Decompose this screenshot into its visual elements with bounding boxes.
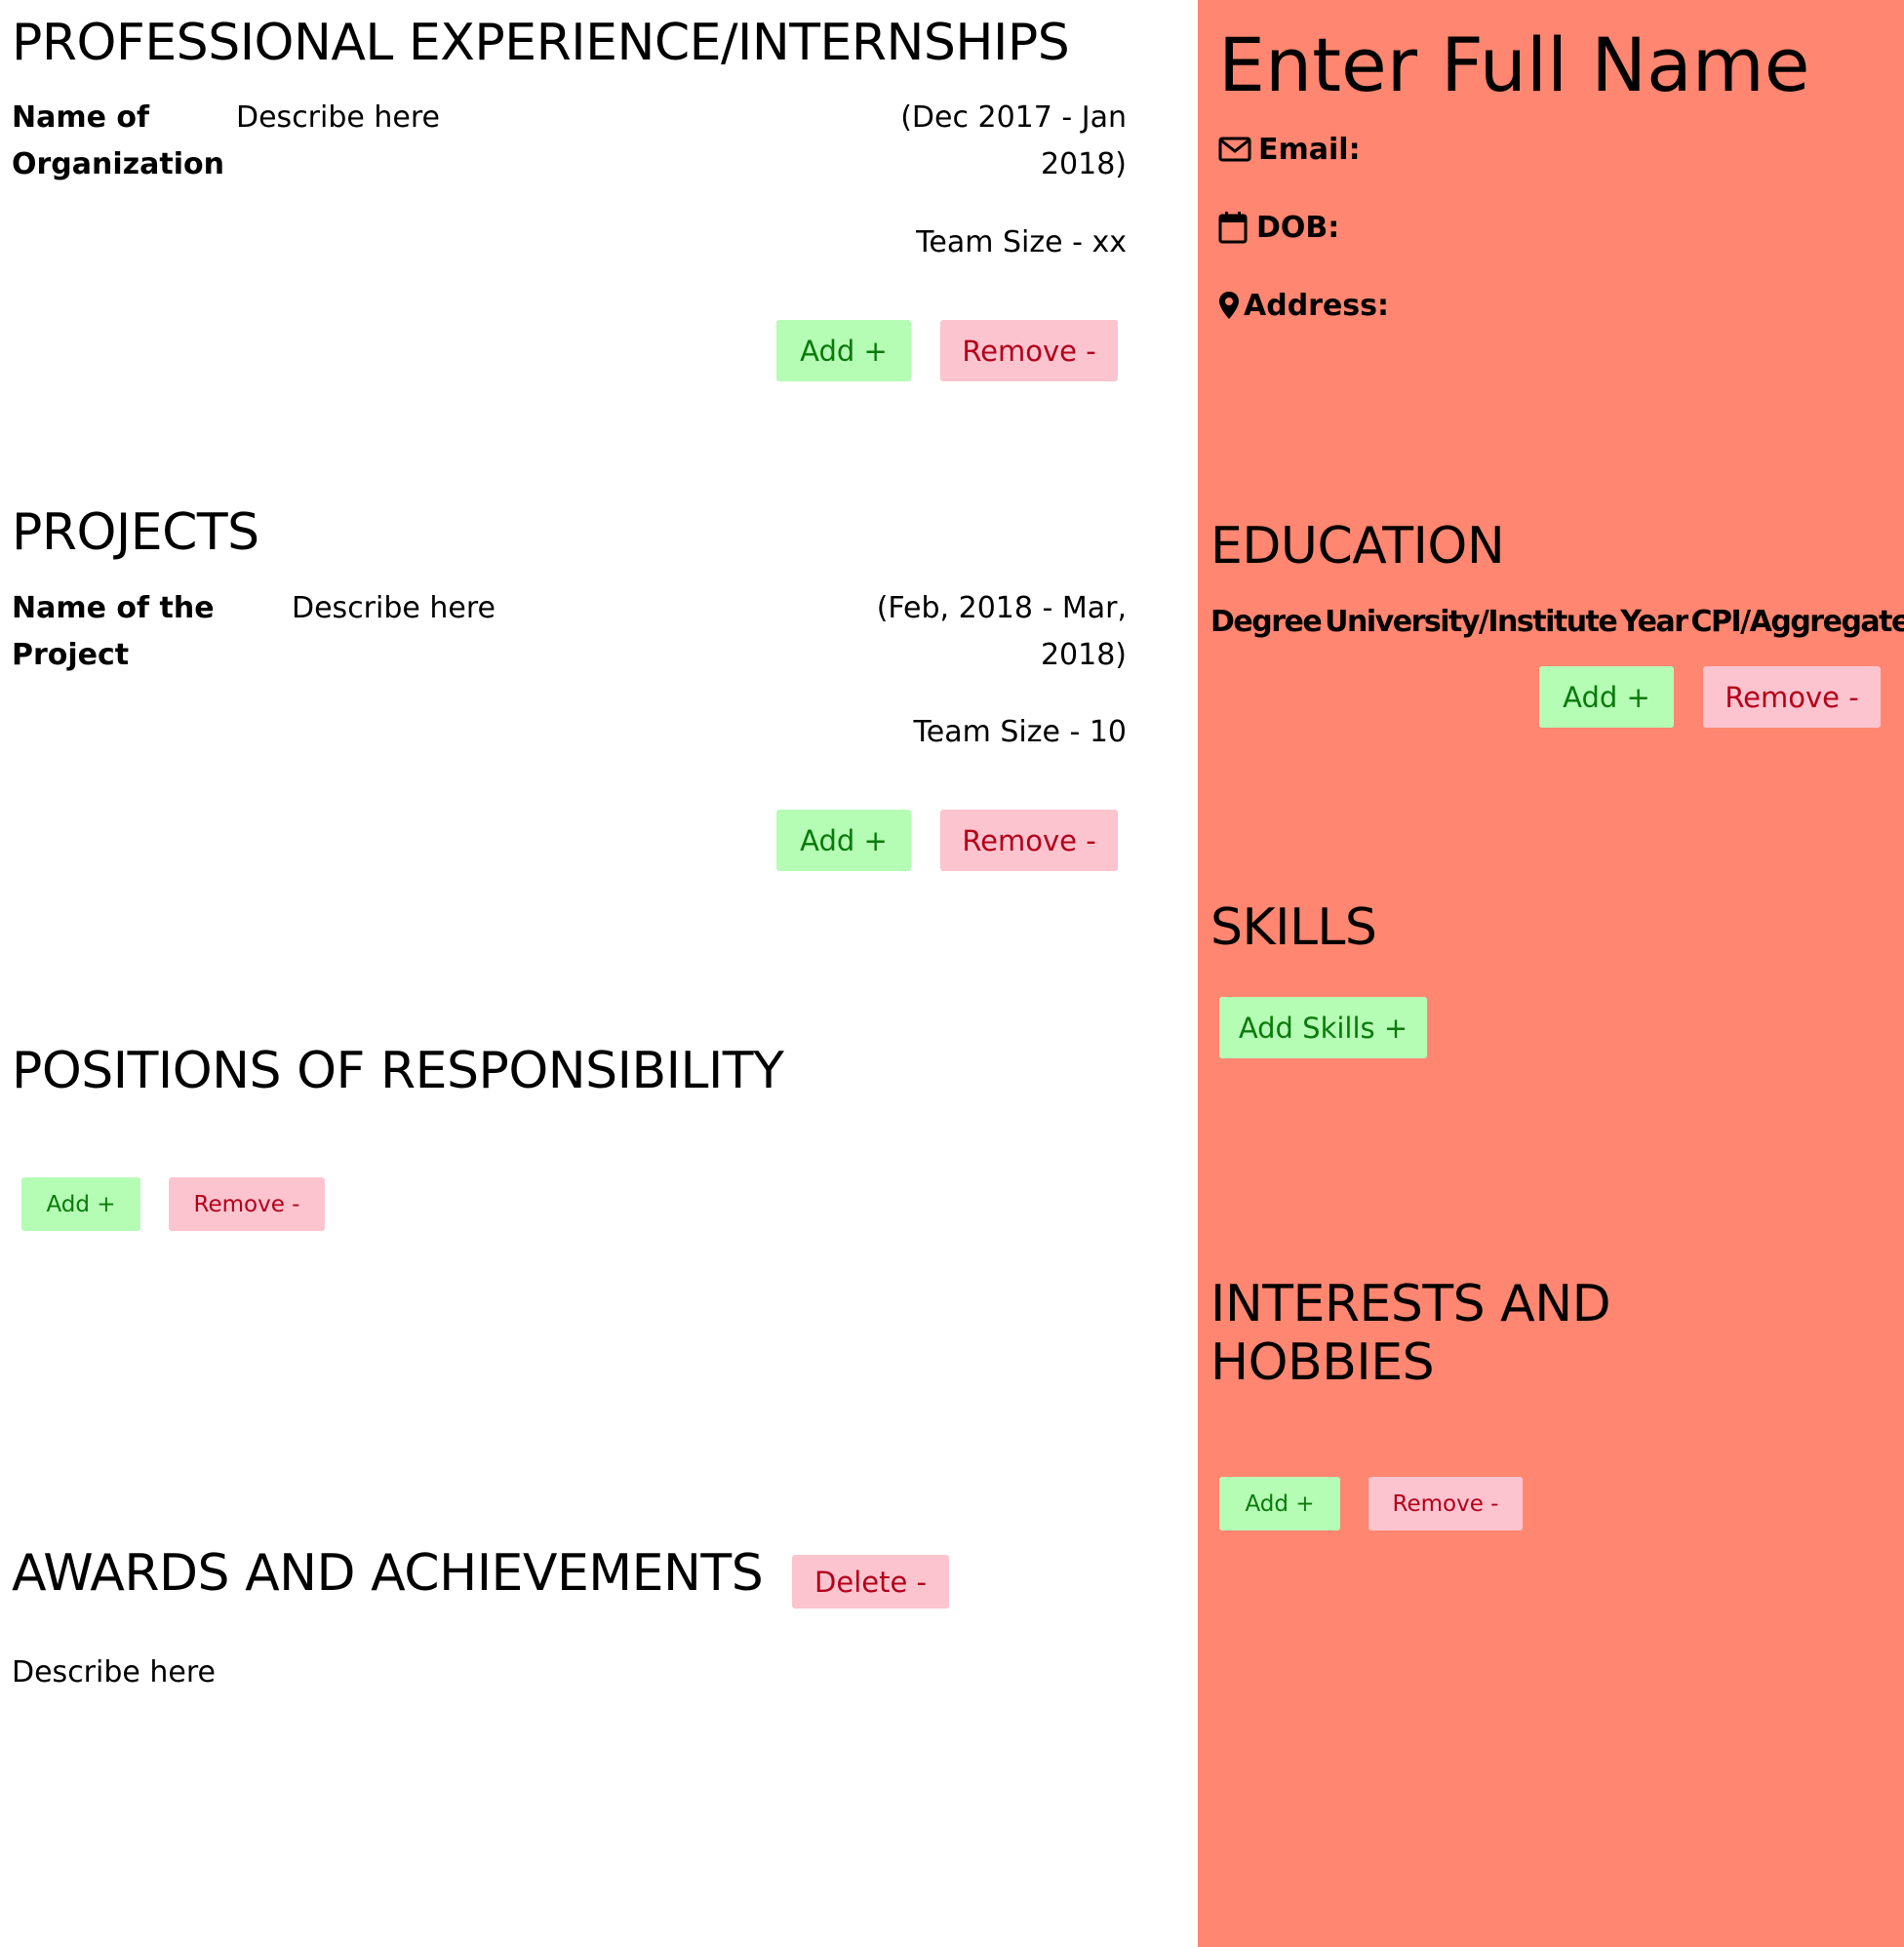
organization-name[interactable]: Name of Organization xyxy=(12,95,224,188)
project-name-line1: Name of the xyxy=(12,591,215,625)
experience-add-button[interactable]: Add + xyxy=(776,320,911,381)
project-name-line2: Project xyxy=(12,638,130,672)
awards-delete-button[interactable]: Delete - xyxy=(792,1555,949,1609)
education-heading: EDUCATION xyxy=(1210,517,1505,576)
project-team-size[interactable]: Team Size - 10 xyxy=(914,709,1127,756)
skills-heading: SKILLS xyxy=(1210,898,1377,957)
interests-heading-line1: INTERESTS AND xyxy=(1210,1275,1611,1333)
calendar-icon xyxy=(1218,211,1248,248)
project-date-line1: (Feb, 2018 - Mar, xyxy=(876,591,1127,625)
experience-team-size[interactable]: Team Size - xx xyxy=(916,219,1127,266)
envelope-icon xyxy=(1218,136,1251,167)
education-column-year: Year xyxy=(1620,605,1688,639)
organization-name-line2: Organization xyxy=(12,147,224,181)
experience-date-line2: 2018) xyxy=(1040,147,1127,181)
positions-remove-button[interactable]: Remove - xyxy=(169,1177,325,1231)
project-date-line2: 2018) xyxy=(1040,638,1127,672)
experience-date[interactable]: (Dec 2017 - Jan 2018) xyxy=(900,95,1127,188)
experience-heading: PROFESSIONAL EXPERIENCE/INTERNSHIPS xyxy=(12,14,1070,72)
email-label: Email: xyxy=(1258,133,1361,167)
project-description[interactable]: Describe here xyxy=(292,585,496,632)
interests-heading: INTERESTS AND HOBBIES xyxy=(1210,1275,1611,1392)
add-skills-button[interactable]: Add Skills + xyxy=(1219,997,1427,1058)
education-add-button[interactable]: Add + xyxy=(1539,666,1674,728)
full-name[interactable]: Enter Full Name xyxy=(1218,21,1809,109)
organization-name-line1: Name of xyxy=(12,100,150,135)
experience-description[interactable]: Describe here xyxy=(236,95,440,141)
project-date[interactable]: (Feb, 2018 - Mar, 2018) xyxy=(877,585,1127,679)
projects-heading: PROJECTS xyxy=(12,503,259,562)
projects-add-button[interactable]: Add + xyxy=(776,810,911,871)
dob-label: DOB: xyxy=(1256,211,1340,245)
experience-remove-button[interactable]: Remove - xyxy=(940,320,1118,381)
awards-description[interactable]: Describe here xyxy=(12,1649,216,1696)
interests-remove-button[interactable]: Remove - xyxy=(1368,1477,1523,1530)
education-column-university: University/Institute xyxy=(1325,605,1618,639)
awards-heading: AWARDS AND ACHIEVEMENTS xyxy=(12,1544,764,1603)
positions-add-button[interactable]: Add + xyxy=(21,1177,140,1231)
project-name[interactable]: Name of the Project xyxy=(12,585,215,679)
education-column-degree: Degree xyxy=(1210,605,1323,639)
interests-add-button[interactable]: Add + xyxy=(1219,1477,1340,1530)
education-table-header: Degree University/Institute Year CPI/Agg… xyxy=(1210,599,1904,646)
projects-remove-button[interactable]: Remove - xyxy=(940,810,1118,871)
education-column-cpi: CPI/Aggregate xyxy=(1690,605,1904,639)
map-marker-icon xyxy=(1218,291,1240,324)
address-label: Address: xyxy=(1244,289,1390,323)
education-remove-button[interactable]: Remove - xyxy=(1703,666,1881,728)
experience-date-line1: (Dec 2017 - Jan xyxy=(900,100,1127,135)
sidebar: Enter Full Name Email: DOB: Address: EDU… xyxy=(1198,0,1904,1947)
interests-heading-line2: HOBBIES xyxy=(1210,1333,1435,1392)
positions-heading: POSITIONS OF RESPONSIBILITY xyxy=(12,1042,784,1100)
